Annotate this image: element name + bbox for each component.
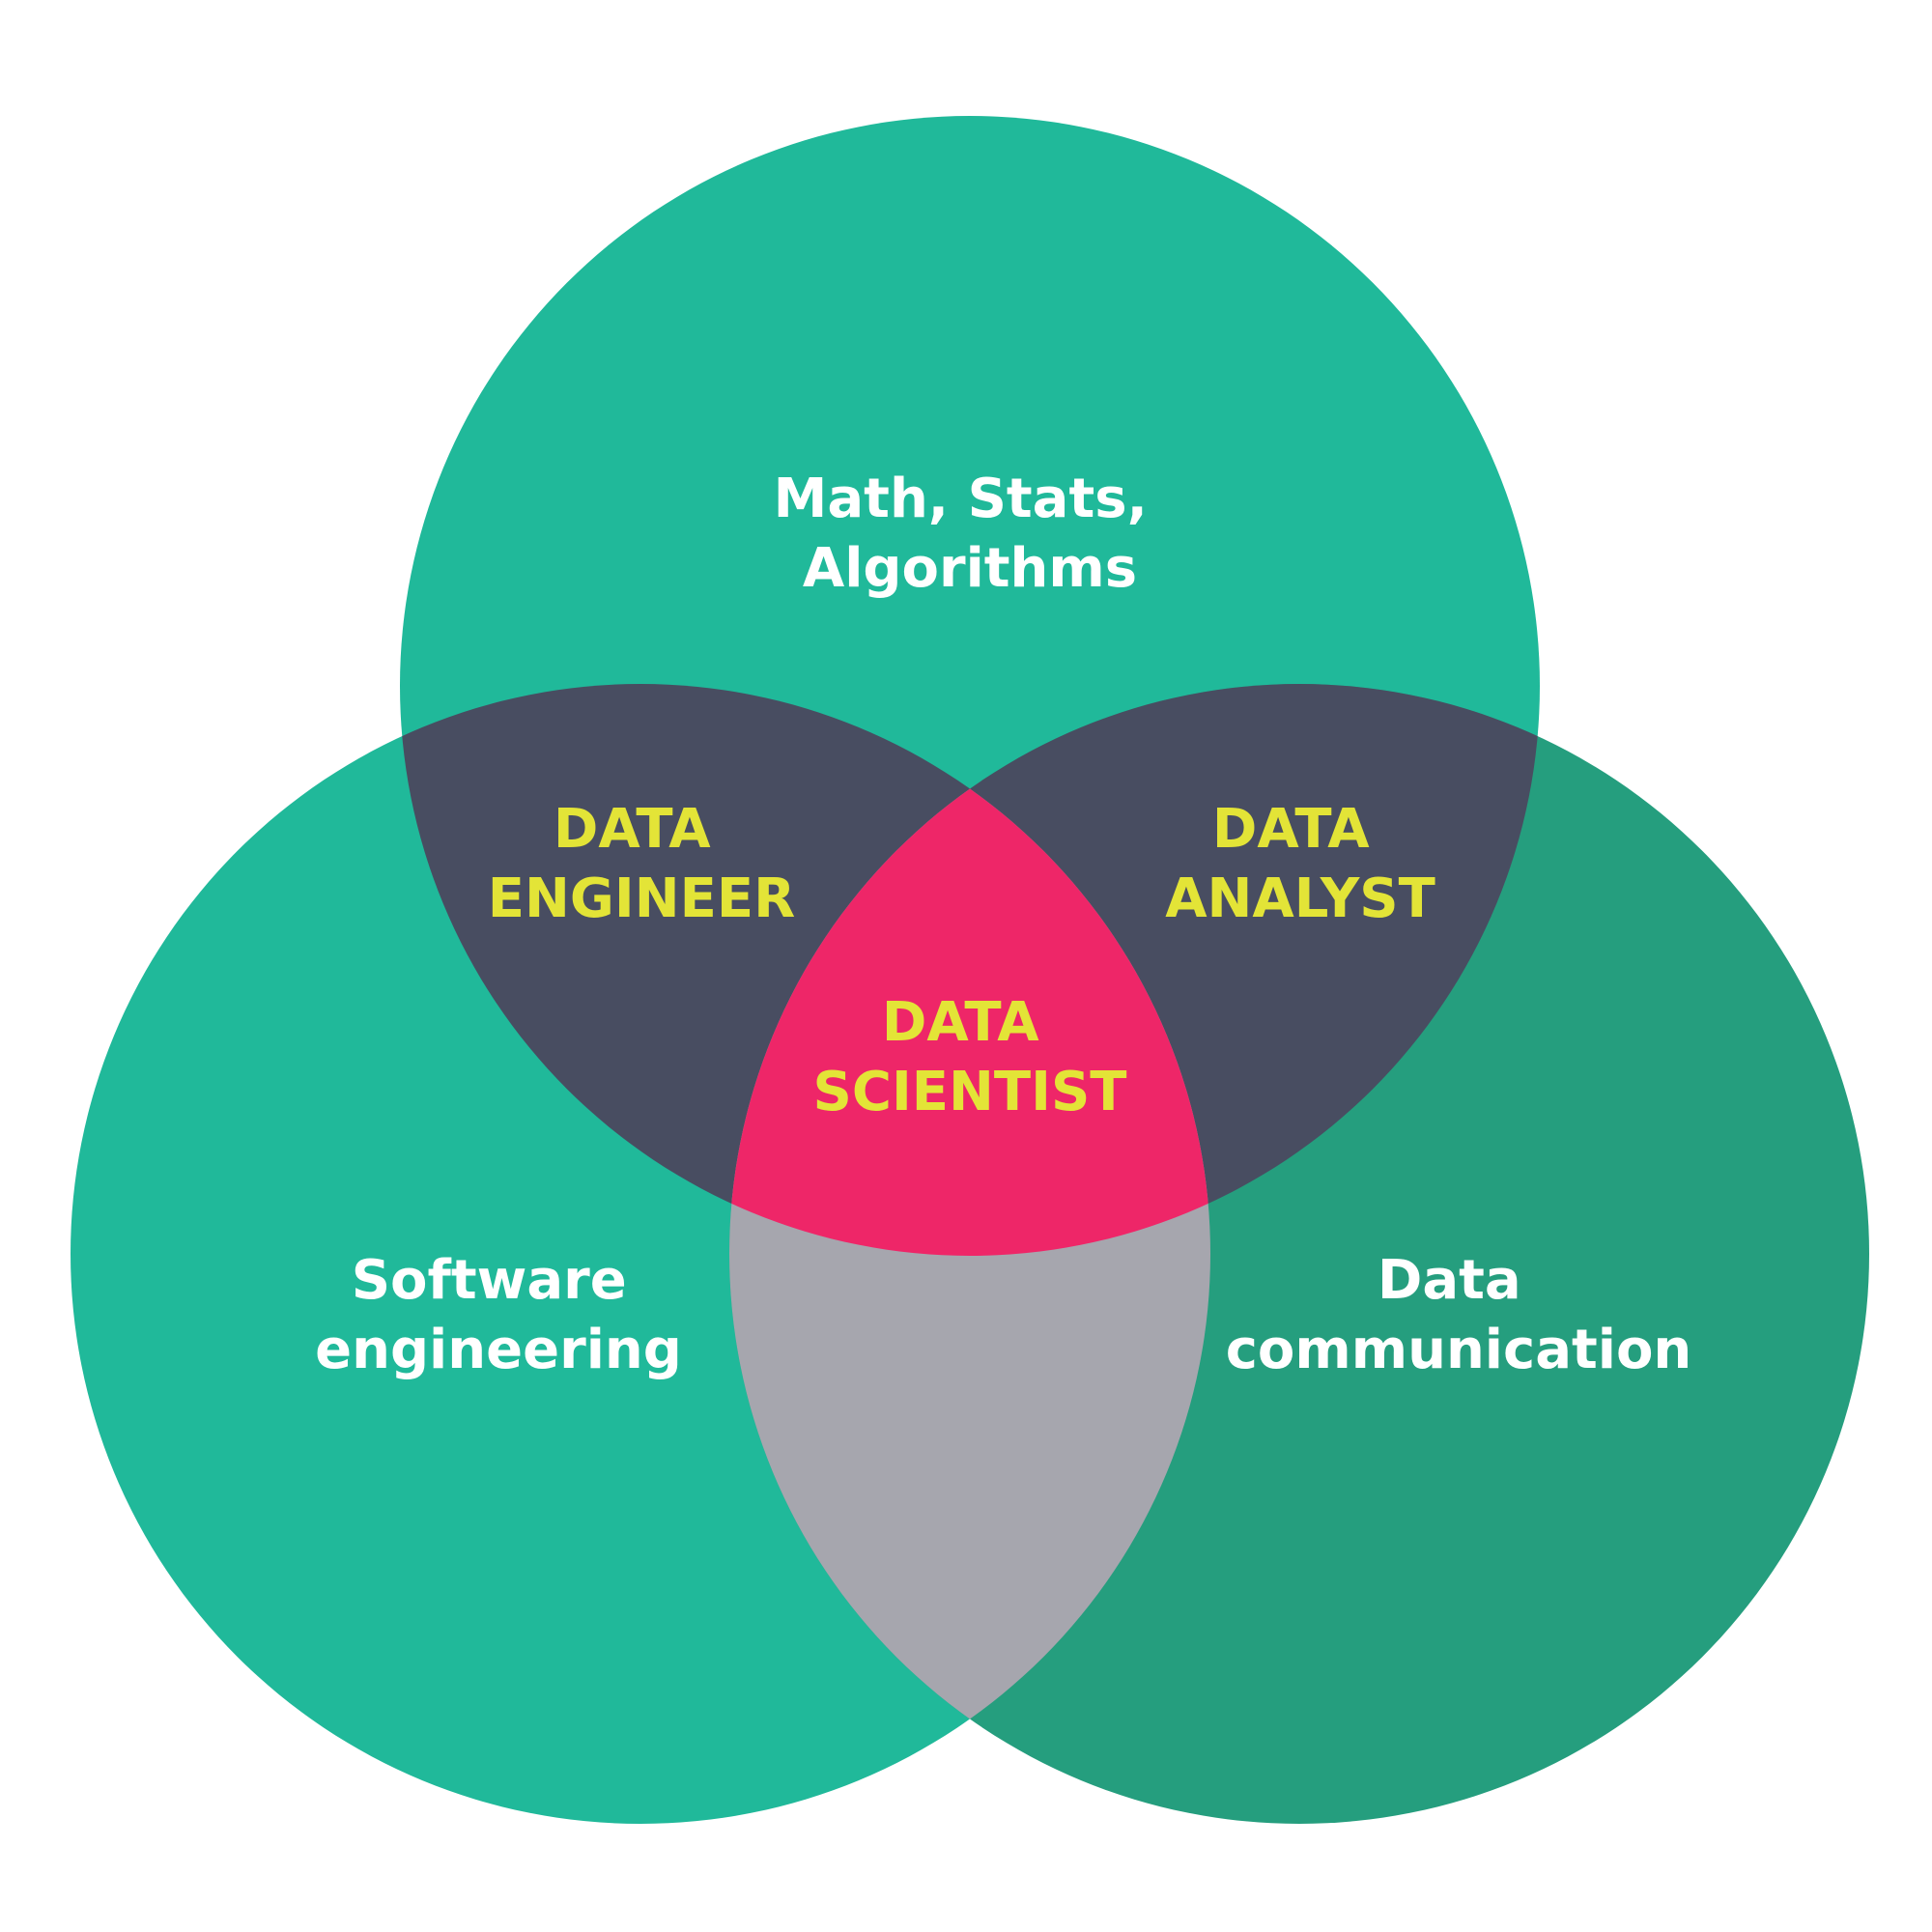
label-scientist-line1: DATA bbox=[882, 991, 1039, 1054]
label-software-line2: engineering bbox=[315, 1319, 682, 1381]
label-scientist-line2: SCIENTIST bbox=[813, 1061, 1127, 1123]
label-communication-line1: Data bbox=[1378, 1249, 1521, 1312]
label-analyst-line1: DATA bbox=[1212, 798, 1370, 861]
label-engineer-line2: ENGINEER bbox=[488, 867, 795, 930]
label-software-line1: Software bbox=[352, 1249, 627, 1312]
venn-diagram: Math, Stats, Algorithms Software enginee… bbox=[71, 116, 1869, 1824]
label-math-line1: Math, Stats, bbox=[774, 468, 1148, 530]
label-engineer-line1: DATA bbox=[554, 798, 711, 861]
label-math-line2: Algorithms bbox=[803, 537, 1137, 600]
label-communication-line2: communication bbox=[1226, 1319, 1692, 1381]
label-analyst-line2: ANALYST bbox=[1165, 867, 1435, 930]
